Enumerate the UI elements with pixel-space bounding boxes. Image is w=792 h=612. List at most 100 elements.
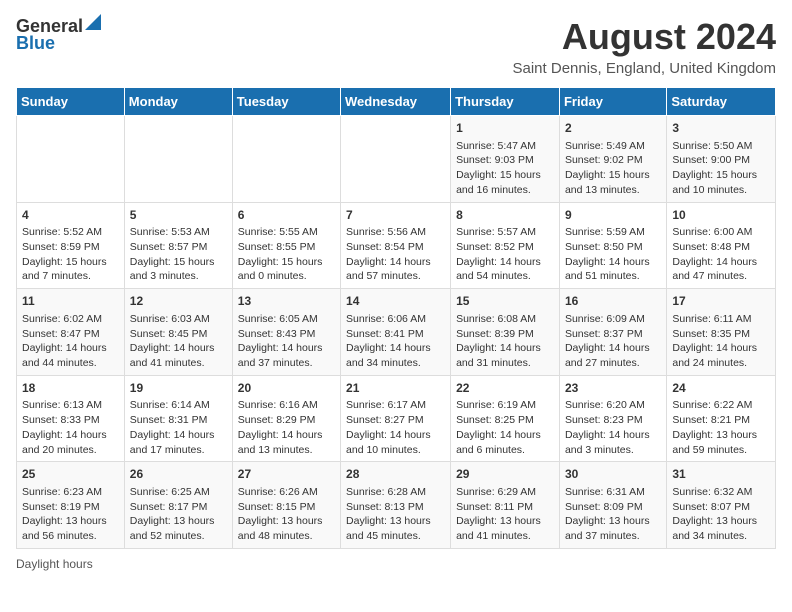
day-number: 27 <box>238 466 335 483</box>
day-number: 28 <box>346 466 445 483</box>
cell-content: Sunrise: 5:59 AMSunset: 8:50 PMDaylight:… <box>565 226 650 282</box>
col-tuesday: Tuesday <box>232 88 340 116</box>
calendar-week-row: 11Sunrise: 6:02 AMSunset: 8:47 PMDayligh… <box>17 289 776 376</box>
table-row: 29 Sunrise: 6:29 AMSunset: 8:11 PMDayligh… <box>451 462 560 549</box>
calendar-week-row: 4 Sunrise: 5:52 AMSunset: 8:59 PMDaylight… <box>17 202 776 289</box>
cell-content: Sunrise: 6:00 AMSunset: 8:48 PMDaylight:… <box>672 226 757 282</box>
cell-content: Sunrise: 6:32 AMSunset: 8:07 PMDaylight:… <box>672 486 757 542</box>
cell-content: Sunrise: 6:11 AMSunset: 8:35 PMDaylight:… <box>672 313 757 369</box>
col-thursday: Thursday <box>451 88 560 116</box>
day-number: 31 <box>672 466 770 483</box>
table-row: 18 Sunrise: 6:13 AMSunset: 8:33 PMDayligh… <box>17 375 125 462</box>
table-row: 22 Sunrise: 6:19 AMSunset: 8:25 PMDayligh… <box>451 375 560 462</box>
table-row: 25 Sunrise: 6:23 AMSunset: 8:19 PMDayligh… <box>17 462 125 549</box>
cell-content: Sunrise: 6:19 AMSunset: 8:25 PMDaylight:… <box>456 399 541 455</box>
table-row: 26 Sunrise: 6:25 AMSunset: 8:17 PMDayligh… <box>124 462 232 549</box>
table-row: 12Sunrise: 6:03 AMSunset: 8:45 PMDayligh… <box>124 289 232 376</box>
cell-content: Sunrise: 6:29 AMSunset: 8:11 PMDaylight:… <box>456 486 541 542</box>
cell-content: Sunrise: 6:31 AMSunset: 8:09 PMDaylight:… <box>565 486 650 542</box>
subtitle: Saint Dennis, England, United Kingdom <box>513 60 777 77</box>
table-row: 10Sunrise: 6:00 AMSunset: 8:48 PMDayligh… <box>667 202 776 289</box>
table-row: 6 Sunrise: 5:55 AMSunset: 8:55 PMDaylight… <box>232 202 340 289</box>
table-row <box>341 116 451 203</box>
cell-content: Sunrise: 6:16 AMSunset: 8:29 PMDaylight:… <box>238 399 323 455</box>
day-number: 18 <box>22 380 119 397</box>
cell-content: Sunrise: 6:08 AMSunset: 8:39 PMDaylight:… <box>456 313 541 369</box>
table-row: 17 Sunrise: 6:11 AMSunset: 8:35 PMDayligh… <box>667 289 776 376</box>
day-number: 25 <box>22 466 119 483</box>
cell-content: Sunrise: 6:13 AMSunset: 8:33 PMDaylight:… <box>22 399 107 455</box>
cell-content: Sunrise: 6:03 AMSunset: 8:45 PMDaylight:… <box>130 313 215 369</box>
table-row: 1Sunrise: 5:47 AMSunset: 9:03 PMDaylight… <box>451 116 560 203</box>
cell-content: Sunrise: 5:55 AMSunset: 8:55 PMDaylight:… <box>238 226 323 282</box>
table-row: 31 Sunrise: 6:32 AMSunset: 8:07 PMDayligh… <box>667 462 776 549</box>
table-row: 14Sunrise: 6:06 AMSunset: 8:41 PMDayligh… <box>341 289 451 376</box>
cell-content: Sunrise: 5:52 AMSunset: 8:59 PMDaylight:… <box>22 226 107 282</box>
title-area: August 2024 Saint Dennis, England, Unite… <box>513 16 777 77</box>
table-row: 23 Sunrise: 6:20 AMSunset: 8:23 PMDayligh… <box>559 375 666 462</box>
day-number: 5 <box>130 207 227 224</box>
cell-content: Sunrise: 6:14 AMSunset: 8:31 PMDaylight:… <box>130 399 215 455</box>
day-number: 4 <box>22 207 119 224</box>
table-row: 30 Sunrise: 6:31 AMSunset: 8:09 PMDayligh… <box>559 462 666 549</box>
table-row <box>124 116 232 203</box>
cell-content: Sunrise: 6:28 AMSunset: 8:13 PMDaylight:… <box>346 486 431 542</box>
day-number: 29 <box>456 466 554 483</box>
cell-content: Sunrise: 6:23 AMSunset: 8:19 PMDaylight:… <box>22 486 107 542</box>
day-number: 8 <box>456 207 554 224</box>
table-row: 13 Sunrise: 6:05 AMSunset: 8:43 PMDayligh… <box>232 289 340 376</box>
table-row <box>232 116 340 203</box>
day-number: 13 <box>238 293 335 310</box>
logo-triangle-icon <box>85 14 101 35</box>
col-wednesday: Wednesday <box>341 88 451 116</box>
cell-content: Sunrise: 6:22 AMSunset: 8:21 PMDaylight:… <box>672 399 757 455</box>
table-row: 9 Sunrise: 5:59 AMSunset: 8:50 PMDaylight… <box>559 202 666 289</box>
cell-content: Sunrise: 5:50 AMSunset: 9:00 PMDaylight:… <box>672 140 757 196</box>
cell-content: Sunrise: 6:05 AMSunset: 8:43 PMDaylight:… <box>238 313 323 369</box>
cell-content: Sunrise: 5:57 AMSunset: 8:52 PMDaylight:… <box>456 226 541 282</box>
col-saturday: Saturday <box>667 88 776 116</box>
day-number: 22 <box>456 380 554 397</box>
table-row: 2 Sunrise: 5:49 AMSunset: 9:02 PMDaylight… <box>559 116 666 203</box>
day-number: 6 <box>238 207 335 224</box>
cell-content: Sunrise: 6:20 AMSunset: 8:23 PMDaylight:… <box>565 399 650 455</box>
table-row: 21Sunrise: 6:17 AMSunset: 8:27 PMDayligh… <box>341 375 451 462</box>
day-number: 3 <box>672 120 770 137</box>
cell-content: Sunrise: 6:06 AMSunset: 8:41 PMDaylight:… <box>346 313 431 369</box>
calendar-table: Sunday Monday Tuesday Wednesday Thursday… <box>16 87 776 549</box>
cell-content: Sunrise: 5:56 AMSunset: 8:54 PMDaylight:… <box>346 226 431 282</box>
cell-content: Sunrise: 5:49 AMSunset: 9:02 PMDaylight:… <box>565 140 650 196</box>
day-number: 7 <box>346 207 445 224</box>
table-row: 24 Sunrise: 6:22 AMSunset: 8:21 PMDayligh… <box>667 375 776 462</box>
header: General Blue August 2024 Saint Dennis, E… <box>16 16 776 77</box>
logo-blue-text: Blue <box>16 33 55 54</box>
day-number: 17 <box>672 293 770 310</box>
table-row: 4 Sunrise: 5:52 AMSunset: 8:59 PMDaylight… <box>17 202 125 289</box>
col-monday: Monday <box>124 88 232 116</box>
cell-content: Sunrise: 6:25 AMSunset: 8:17 PMDaylight:… <box>130 486 215 542</box>
table-row: 11Sunrise: 6:02 AMSunset: 8:47 PMDayligh… <box>17 289 125 376</box>
table-row: 16Sunrise: 6:09 AMSunset: 8:37 PMDayligh… <box>559 289 666 376</box>
day-number: 26 <box>130 466 227 483</box>
day-number: 9 <box>565 207 661 224</box>
day-number: 23 <box>565 380 661 397</box>
table-row: 19 Sunrise: 6:14 AMSunset: 8:31 PMDayligh… <box>124 375 232 462</box>
table-row: 28 Sunrise: 6:28 AMSunset: 8:13 PMDayligh… <box>341 462 451 549</box>
calendar-header-row: Sunday Monday Tuesday Wednesday Thursday… <box>17 88 776 116</box>
table-row: 27 Sunrise: 6:26 AMSunset: 8:15 PMDayligh… <box>232 462 340 549</box>
day-number: 2 <box>565 120 661 137</box>
table-row: 3 Sunrise: 5:50 AMSunset: 9:00 PMDaylight… <box>667 116 776 203</box>
cell-content: Sunrise: 6:09 AMSunset: 8:37 PMDaylight:… <box>565 313 650 369</box>
table-row: 20Sunrise: 6:16 AMSunset: 8:29 PMDayligh… <box>232 375 340 462</box>
table-row: 8 Sunrise: 5:57 AMSunset: 8:52 PMDaylight… <box>451 202 560 289</box>
day-number: 21 <box>346 380 445 397</box>
calendar-week-row: 18 Sunrise: 6:13 AMSunset: 8:33 PMDayligh… <box>17 375 776 462</box>
day-number: 11 <box>22 293 119 310</box>
day-number: 19 <box>130 380 227 397</box>
day-number: 30 <box>565 466 661 483</box>
table-row <box>17 116 125 203</box>
table-row: 7 Sunrise: 5:56 AMSunset: 8:54 PMDaylight… <box>341 202 451 289</box>
day-number: 24 <box>672 380 770 397</box>
table-row: 5Sunrise: 5:53 AMSunset: 8:57 PMDaylight… <box>124 202 232 289</box>
cell-content: Sunrise: 6:26 AMSunset: 8:15 PMDaylight:… <box>238 486 323 542</box>
